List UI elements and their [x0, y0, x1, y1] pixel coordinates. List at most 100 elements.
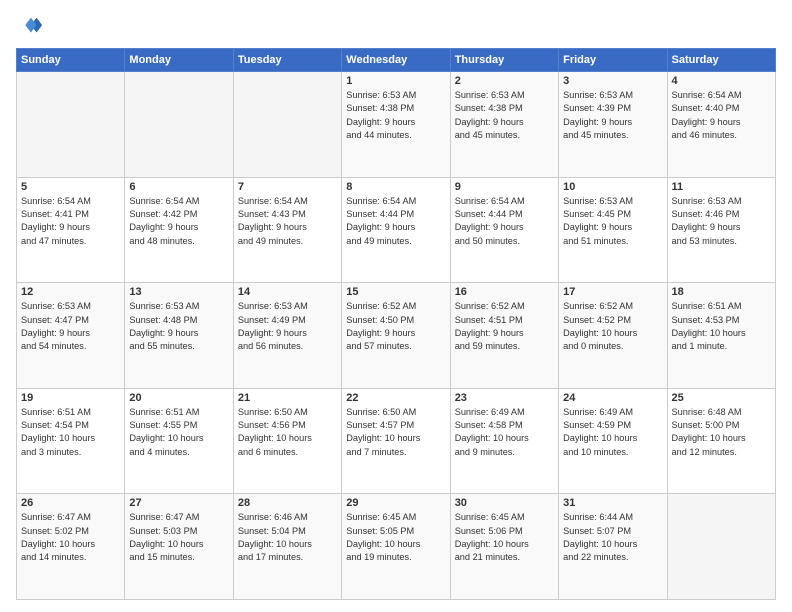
day-number: 3	[563, 75, 662, 87]
calendar-cell: 11 Sunrise: 6:53 AM Sunset: 4:46 PM Dayli…	[667, 177, 775, 283]
day-number: 25	[672, 392, 771, 404]
day-info: Sunrise: 6:46 AM Sunset: 5:04 PM Dayligh…	[238, 511, 337, 564]
day-number: 1	[346, 75, 445, 87]
day-info: Sunrise: 6:54 AM Sunset: 4:43 PM Dayligh…	[238, 195, 337, 248]
calendar-week: 5Sunrise: 6:54 AM Sunset: 4:41 PM Daylig…	[17, 177, 776, 283]
day-info: Sunrise: 6:53 AM Sunset: 4:48 PM Dayligh…	[129, 300, 228, 353]
day-info: Sunrise: 6:49 AM Sunset: 4:59 PM Dayligh…	[563, 406, 662, 459]
day-info: Sunrise: 6:51 AM Sunset: 4:55 PM Dayligh…	[129, 406, 228, 459]
day-number: 8	[346, 181, 445, 193]
day-info: Sunrise: 6:45 AM Sunset: 5:06 PM Dayligh…	[455, 511, 554, 564]
day-info: Sunrise: 6:47 AM Sunset: 5:03 PM Dayligh…	[129, 511, 228, 564]
day-number: 19	[21, 392, 120, 404]
calendar-cell: 23 Sunrise: 6:49 AM Sunset: 4:58 PM Dayli…	[450, 388, 558, 494]
calendar-header: SundayMondayTuesdayWednesdayThursdayFrid…	[17, 49, 776, 72]
day-number: 23	[455, 392, 554, 404]
day-number: 18	[672, 286, 771, 298]
day-number: 29	[346, 497, 445, 509]
day-info: Sunrise: 6:52 AM Sunset: 4:51 PM Dayligh…	[455, 300, 554, 353]
day-info: Sunrise: 6:54 AM Sunset: 4:44 PM Dayligh…	[455, 195, 554, 248]
calendar-cell: 3 Sunrise: 6:53 AM Sunset: 4:39 PM Daylig…	[559, 72, 667, 178]
weekday-header: Sunday	[17, 49, 125, 72]
weekday-header: Monday	[125, 49, 233, 72]
day-info: Sunrise: 6:44 AM Sunset: 5:07 PM Dayligh…	[563, 511, 662, 564]
calendar-cell: 17 Sunrise: 6:52 AM Sunset: 4:52 PM Dayli…	[559, 283, 667, 389]
logo	[16, 12, 48, 40]
calendar-cell: 12 Sunrise: 6:53 AM Sunset: 4:47 PM Dayli…	[17, 283, 125, 389]
weekday-header: Wednesday	[342, 49, 450, 72]
day-number: 14	[238, 286, 337, 298]
day-number: 2	[455, 75, 554, 87]
calendar-week: 12 Sunrise: 6:53 AM Sunset: 4:47 PM Dayli…	[17, 283, 776, 389]
calendar-cell: 20 Sunrise: 6:51 AM Sunset: 4:55 PM Dayli…	[125, 388, 233, 494]
weekday-row: SundayMondayTuesdayWednesdayThursdayFrid…	[17, 49, 776, 72]
day-info: Sunrise: 6:49 AM Sunset: 4:58 PM Dayligh…	[455, 406, 554, 459]
day-number: 30	[455, 497, 554, 509]
calendar-cell: 24 Sunrise: 6:49 AM Sunset: 4:59 PM Dayli…	[559, 388, 667, 494]
day-info: Sunrise: 6:54 AM Sunset: 4:44 PM Dayligh…	[346, 195, 445, 248]
day-number: 4	[672, 75, 771, 87]
day-info: Sunrise: 6:53 AM Sunset: 4:45 PM Dayligh…	[563, 195, 662, 248]
calendar-cell: 28 Sunrise: 6:46 AM Sunset: 5:04 PM Dayli…	[233, 494, 341, 600]
day-number: 16	[455, 286, 554, 298]
day-number: 11	[672, 181, 771, 193]
header	[16, 12, 776, 40]
day-number: 10	[563, 181, 662, 193]
weekday-header: Friday	[559, 49, 667, 72]
calendar-cell: 5Sunrise: 6:54 AM Sunset: 4:41 PM Daylig…	[17, 177, 125, 283]
day-info: Sunrise: 6:45 AM Sunset: 5:05 PM Dayligh…	[346, 511, 445, 564]
day-number: 24	[563, 392, 662, 404]
day-info: Sunrise: 6:47 AM Sunset: 5:02 PM Dayligh…	[21, 511, 120, 564]
calendar-cell: 2Sunrise: 6:53 AM Sunset: 4:38 PM Daylig…	[450, 72, 558, 178]
day-number: 22	[346, 392, 445, 404]
day-number: 6	[129, 181, 228, 193]
calendar-cell: 25 Sunrise: 6:48 AM Sunset: 5:00 PM Dayli…	[667, 388, 775, 494]
weekday-header: Thursday	[450, 49, 558, 72]
weekday-header: Tuesday	[233, 49, 341, 72]
day-number: 12	[21, 286, 120, 298]
day-info: Sunrise: 6:53 AM Sunset: 4:39 PM Dayligh…	[563, 89, 662, 142]
calendar-cell	[125, 72, 233, 178]
calendar-cell: 30 Sunrise: 6:45 AM Sunset: 5:06 PM Dayli…	[450, 494, 558, 600]
day-info: Sunrise: 6:53 AM Sunset: 4:47 PM Dayligh…	[21, 300, 120, 353]
logo-icon	[16, 12, 44, 40]
day-number: 26	[21, 497, 120, 509]
day-info: Sunrise: 6:48 AM Sunset: 5:00 PM Dayligh…	[672, 406, 771, 459]
day-number: 7	[238, 181, 337, 193]
calendar-cell	[667, 494, 775, 600]
day-number: 5	[21, 181, 120, 193]
calendar-cell: 19 Sunrise: 6:51 AM Sunset: 4:54 PM Dayli…	[17, 388, 125, 494]
calendar-cell: 13Sunrise: 6:53 AM Sunset: 4:48 PM Dayli…	[125, 283, 233, 389]
day-info: Sunrise: 6:53 AM Sunset: 4:38 PM Dayligh…	[346, 89, 445, 142]
calendar-cell: 26 Sunrise: 6:47 AM Sunset: 5:02 PM Dayli…	[17, 494, 125, 600]
day-number: 28	[238, 497, 337, 509]
calendar-table: SundayMondayTuesdayWednesdayThursdayFrid…	[16, 48, 776, 600]
day-info: Sunrise: 6:50 AM Sunset: 4:57 PM Dayligh…	[346, 406, 445, 459]
calendar-cell: 4 Sunrise: 6:54 AM Sunset: 4:40 PM Daylig…	[667, 72, 775, 178]
day-number: 20	[129, 392, 228, 404]
day-info: Sunrise: 6:50 AM Sunset: 4:56 PM Dayligh…	[238, 406, 337, 459]
day-info: Sunrise: 6:53 AM Sunset: 4:46 PM Dayligh…	[672, 195, 771, 248]
calendar-cell: 31 Sunrise: 6:44 AM Sunset: 5:07 PM Dayli…	[559, 494, 667, 600]
day-info: Sunrise: 6:52 AM Sunset: 4:50 PM Dayligh…	[346, 300, 445, 353]
calendar-cell: 22 Sunrise: 6:50 AM Sunset: 4:57 PM Dayli…	[342, 388, 450, 494]
day-info: Sunrise: 6:53 AM Sunset: 4:49 PM Dayligh…	[238, 300, 337, 353]
page: SundayMondayTuesdayWednesdayThursdayFrid…	[0, 0, 792, 612]
calendar-week: 1 Sunrise: 6:53 AM Sunset: 4:38 PM Daylig…	[17, 72, 776, 178]
day-number: 21	[238, 392, 337, 404]
weekday-header: Saturday	[667, 49, 775, 72]
calendar-body: 1 Sunrise: 6:53 AM Sunset: 4:38 PM Daylig…	[17, 72, 776, 600]
calendar-cell: 10 Sunrise: 6:53 AM Sunset: 4:45 PM Dayli…	[559, 177, 667, 283]
day-info: Sunrise: 6:54 AM Sunset: 4:42 PM Dayligh…	[129, 195, 228, 248]
calendar-cell: 9Sunrise: 6:54 AM Sunset: 4:44 PM Daylig…	[450, 177, 558, 283]
day-number: 31	[563, 497, 662, 509]
day-number: 27	[129, 497, 228, 509]
day-info: Sunrise: 6:54 AM Sunset: 4:40 PM Dayligh…	[672, 89, 771, 142]
calendar-cell: 7 Sunrise: 6:54 AM Sunset: 4:43 PM Daylig…	[233, 177, 341, 283]
day-info: Sunrise: 6:52 AM Sunset: 4:52 PM Dayligh…	[563, 300, 662, 353]
day-number: 15	[346, 286, 445, 298]
calendar-cell: 15 Sunrise: 6:52 AM Sunset: 4:50 PM Dayli…	[342, 283, 450, 389]
day-number: 17	[563, 286, 662, 298]
day-info: Sunrise: 6:51 AM Sunset: 4:54 PM Dayligh…	[21, 406, 120, 459]
calendar-cell	[17, 72, 125, 178]
